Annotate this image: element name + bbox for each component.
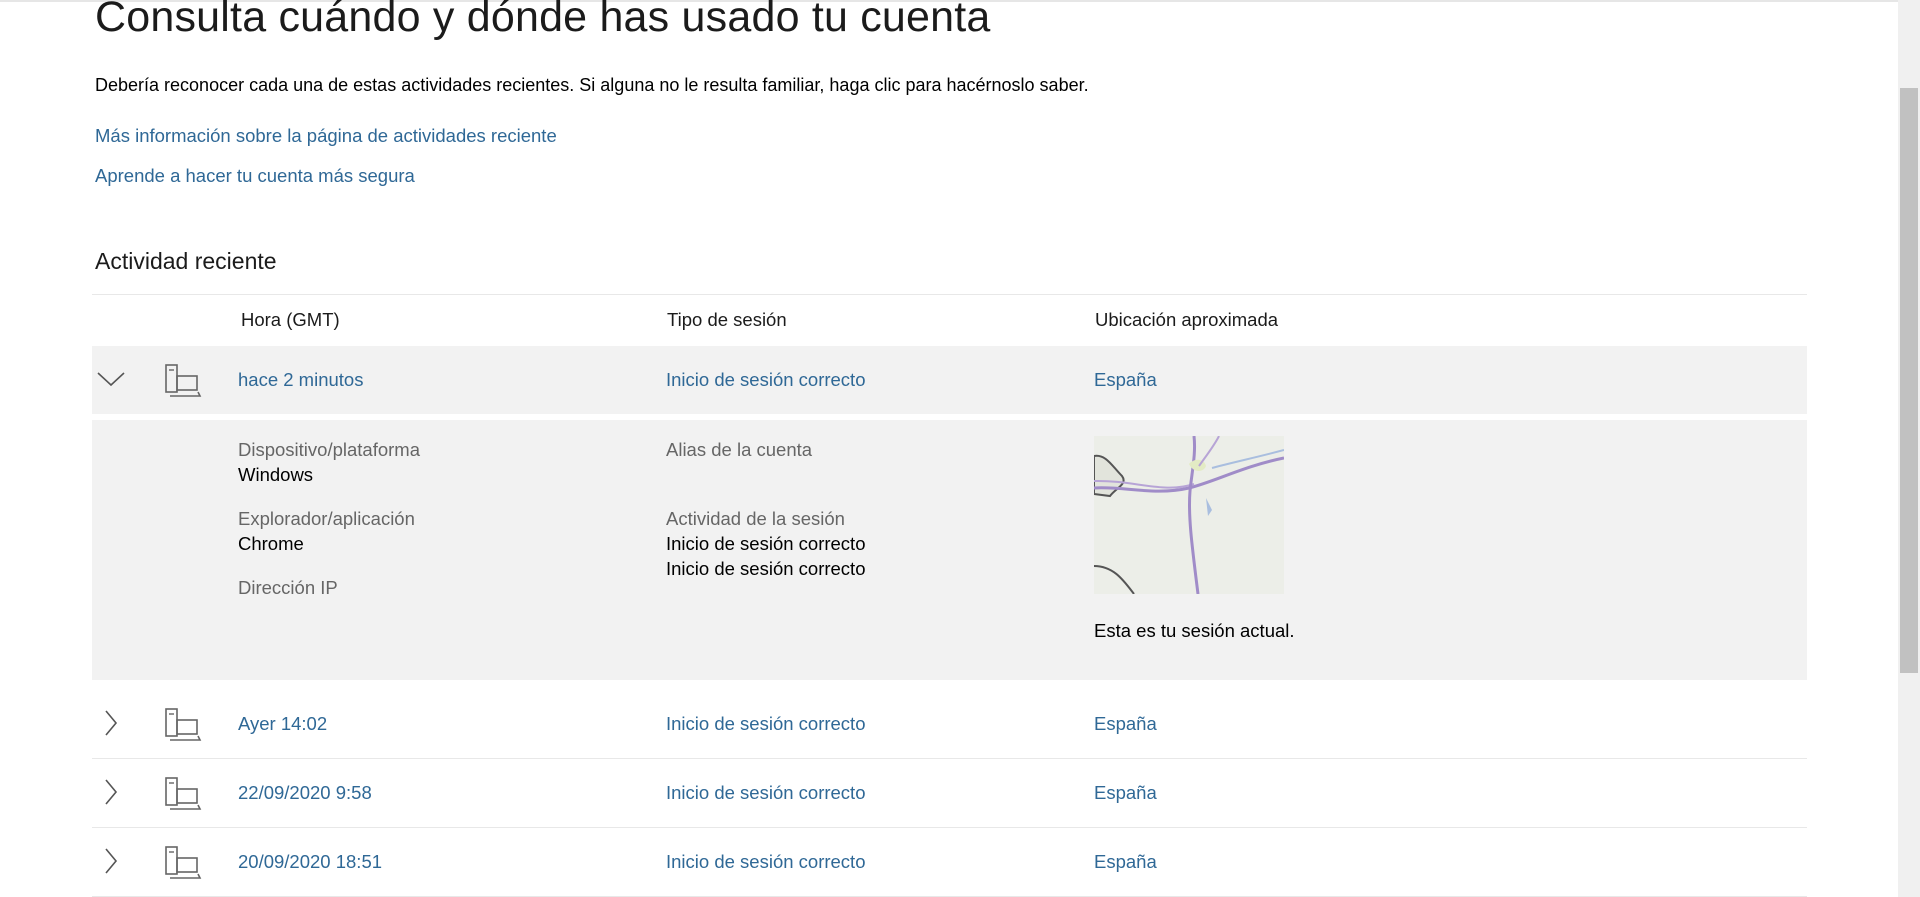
activity-type-link[interactable]: Inicio de sesión correcto <box>666 851 866 873</box>
activity-time-link[interactable]: 20/09/2020 18:51 <box>238 851 382 873</box>
activity-location-link[interactable]: España <box>1094 713 1157 735</box>
activity-type-link[interactable]: Inicio de sesión correcto <box>666 782 866 804</box>
current-session-note: Esta es tu sesión actual. <box>1094 620 1295 641</box>
table-divider <box>92 294 1807 295</box>
device-pc-icon <box>164 364 202 400</box>
activity-row[interactable]: 22/09/2020 9:58 Inicio de sesión correct… <box>92 759 1807 828</box>
device-pc-icon <box>164 846 202 882</box>
activity-location-link[interactable]: España <box>1094 369 1157 391</box>
chevron-right-icon[interactable] <box>96 846 126 876</box>
activity-row[interactable]: Ayer 14:02 Inicio de sesión correcto Esp… <box>92 690 1807 759</box>
activity-time-link[interactable]: 22/09/2020 9:58 <box>238 782 372 804</box>
activity-details-panel: Dispositivo/plataforma Windows Explorado… <box>92 420 1807 680</box>
session-activity-label: Actividad de la sesión <box>666 508 845 529</box>
recent-activity-page: Consulta cuándo y dónde has usado tu cue… <box>0 0 1898 897</box>
session-activity-value: Inicio de sesión correcto <box>666 558 866 579</box>
browser-value: Chrome <box>238 533 304 554</box>
scrollbar-thumb[interactable] <box>1900 88 1918 673</box>
activity-location-link[interactable]: España <box>1094 782 1157 804</box>
activity-location-link[interactable]: España <box>1094 851 1157 873</box>
ip-address-label: Dirección IP <box>238 577 338 598</box>
column-header-location: Ubicación aproximada <box>1095 309 1279 330</box>
column-header-time: Hora (GMT) <box>241 309 340 330</box>
chevron-down-icon[interactable] <box>96 364 126 394</box>
device-value: Windows <box>238 464 314 485</box>
section-title: Actividad reciente <box>95 248 277 274</box>
more-info-link[interactable]: Más información sobre la página de activ… <box>95 125 557 147</box>
secure-account-link[interactable]: Aprende a hacer tu cuenta más segura <box>95 165 415 187</box>
activity-type-link[interactable]: Inicio de sesión correcto <box>666 369 866 391</box>
location-map <box>1094 436 1284 594</box>
account-alias-label: Alias de la cuenta <box>666 439 813 460</box>
device-pc-icon <box>164 777 202 813</box>
activity-time-link[interactable]: Ayer 14:02 <box>238 713 327 735</box>
activity-time-link[interactable]: hace 2 minutos <box>238 369 363 391</box>
activity-row[interactable]: 20/09/2020 18:51 Inicio de sesión correc… <box>92 828 1807 897</box>
chevron-right-icon[interactable] <box>96 777 126 807</box>
device-label: Dispositivo/plataforma <box>238 439 420 460</box>
chevron-right-icon[interactable] <box>96 708 126 738</box>
column-header-type: Tipo de sesión <box>667 309 787 330</box>
device-pc-icon <box>164 708 202 744</box>
page-title: Consulta cuándo y dónde has usado tu cue… <box>95 0 991 41</box>
activity-row[interactable]: hace 2 minutos Inicio de sesión correcto… <box>92 346 1807 414</box>
session-activity-value: Inicio de sesión correcto <box>666 533 866 554</box>
intro-text: Debería reconocer cada una de estas acti… <box>95 75 1089 95</box>
browser-label: Explorador/aplicación <box>238 508 415 529</box>
activity-type-link[interactable]: Inicio de sesión correcto <box>666 713 866 735</box>
